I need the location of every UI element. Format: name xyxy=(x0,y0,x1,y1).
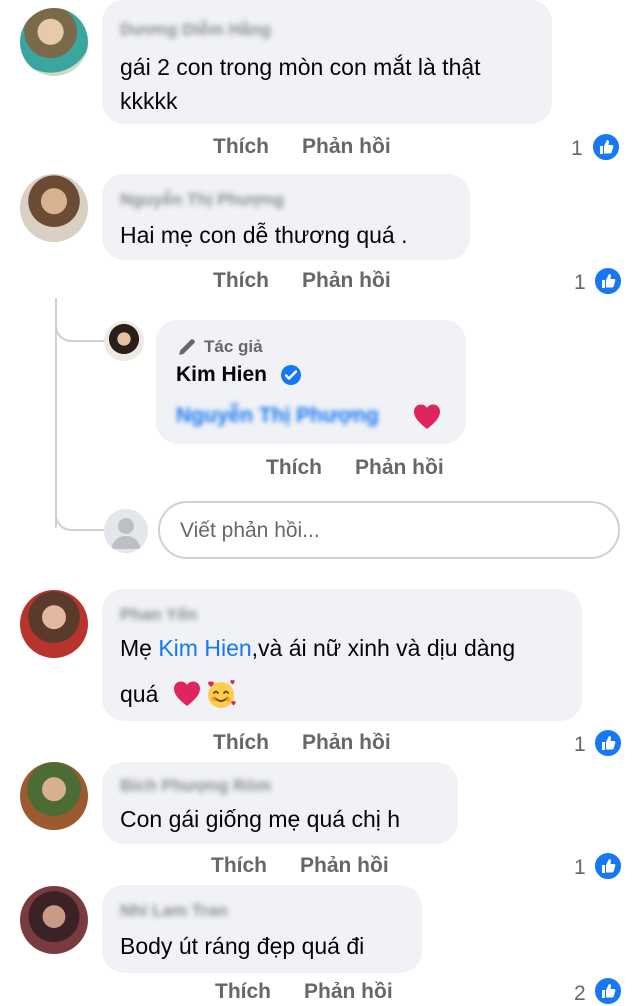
comment-text-suffix: ,và ái nữ xinh và dịu dàng xyxy=(251,635,516,661)
reaction-count[interactable]: 1 xyxy=(571,137,583,161)
avatar-placeholder xyxy=(104,509,148,553)
thread-branch xyxy=(55,485,105,531)
comment-text: quá xyxy=(120,677,158,711)
reply-button[interactable]: Phản hồi xyxy=(304,980,393,1004)
comment-bubble: Nguyễn Thị Phượng Hai mẹ con dễ thương q… xyxy=(102,174,470,260)
reply-button[interactable]: Phản hồi xyxy=(300,854,389,878)
comment-bubble: Phan Yến Mẹ Kim Hien,và ái nữ xinh và dị… xyxy=(102,589,582,721)
commenter-name[interactable]: Nhi Lam Tran xyxy=(120,901,228,921)
mention-link[interactable]: Kim Hien xyxy=(158,635,251,661)
avatar[interactable] xyxy=(20,590,88,658)
avatar[interactable] xyxy=(20,8,88,76)
smiling-face-with-hearts-icon xyxy=(208,680,236,708)
commenter-name[interactable]: Bích Phượng Ròm xyxy=(120,776,271,796)
like-reaction-icon[interactable] xyxy=(591,132,621,162)
reaction-count[interactable]: 1 xyxy=(574,856,586,880)
like-button[interactable]: Thích xyxy=(213,269,269,293)
pen-icon xyxy=(179,339,195,355)
comment-text: quá xyxy=(120,681,159,707)
reply-input[interactable]: Viết phản hồi... xyxy=(158,501,620,559)
comment-text: Con gái giống mẹ quá chị h xyxy=(120,806,401,832)
like-reaction-icon[interactable] xyxy=(593,728,623,758)
like-reaction-icon[interactable] xyxy=(593,266,623,296)
comment-text: gái 2 con trong mòn con mắt là thật xyxy=(120,54,481,80)
reaction-count[interactable]: 1 xyxy=(574,733,586,757)
reply-button[interactable]: Phản hồi xyxy=(302,135,391,159)
commenter-name[interactable]: Nguyễn Thị Phượng xyxy=(120,190,284,210)
like-button[interactable]: Thích xyxy=(211,854,267,878)
reply-author-name[interactable]: Kim Hien xyxy=(176,363,267,387)
comment-bubble: Dương Diễm Hằng gái 2 con trong mòn con … xyxy=(102,0,552,124)
comment-text: Body út ráng đẹp quá đi xyxy=(120,933,365,959)
commenter-name[interactable]: Phan Yến xyxy=(120,605,197,625)
like-button[interactable]: Thích xyxy=(215,980,271,1004)
avatar[interactable] xyxy=(20,174,88,242)
comment-text: kkkkk xyxy=(120,88,178,114)
reaction-count[interactable]: 2 xyxy=(574,982,586,1006)
like-button[interactable]: Thích xyxy=(266,456,322,480)
like-button[interactable]: Thích xyxy=(213,731,269,755)
verified-badge-icon xyxy=(281,365,301,385)
like-reaction-icon[interactable] xyxy=(593,851,623,881)
comment-bubble: Nhi Lam Tran Body út ráng đẹp quá đi xyxy=(102,885,422,973)
comment-text: Mẹ Kim Hien,và ái nữ xinh và dịu dàng xyxy=(120,631,515,665)
heart-icon xyxy=(174,681,200,706)
reply-input-placeholder: Viết phản hồi... xyxy=(180,519,320,542)
reply-button[interactable]: Phản hồi xyxy=(302,731,391,755)
reply-button[interactable]: Phản hồi xyxy=(355,456,444,480)
reply-button[interactable]: Phản hồi xyxy=(302,269,391,293)
reaction-count[interactable]: 1 xyxy=(574,271,586,295)
heart-icon xyxy=(414,404,440,429)
mention-link[interactable]: Nguyễn Thị Phượng xyxy=(176,404,379,428)
comment-text: Hai mẹ con dễ thương quá . xyxy=(120,222,408,248)
avatar[interactable] xyxy=(20,886,88,954)
comment-text-prefix: Mẹ xyxy=(120,635,159,661)
thread-branch xyxy=(55,298,105,342)
reply-bubble: Tác giả Kim Hien Nguyễn Thị Phượng xyxy=(156,320,466,444)
commenter-name[interactable]: Dương Diễm Hằng xyxy=(120,20,271,40)
comment-bubble: Bích Phượng Ròm Con gái giống mẹ quá chị… xyxy=(102,762,458,844)
avatar[interactable] xyxy=(104,321,144,361)
like-reaction-icon[interactable] xyxy=(593,976,623,1006)
avatar[interactable] xyxy=(20,762,88,830)
like-button[interactable]: Thích xyxy=(213,135,269,159)
author-badge: Tác giả xyxy=(204,337,263,356)
